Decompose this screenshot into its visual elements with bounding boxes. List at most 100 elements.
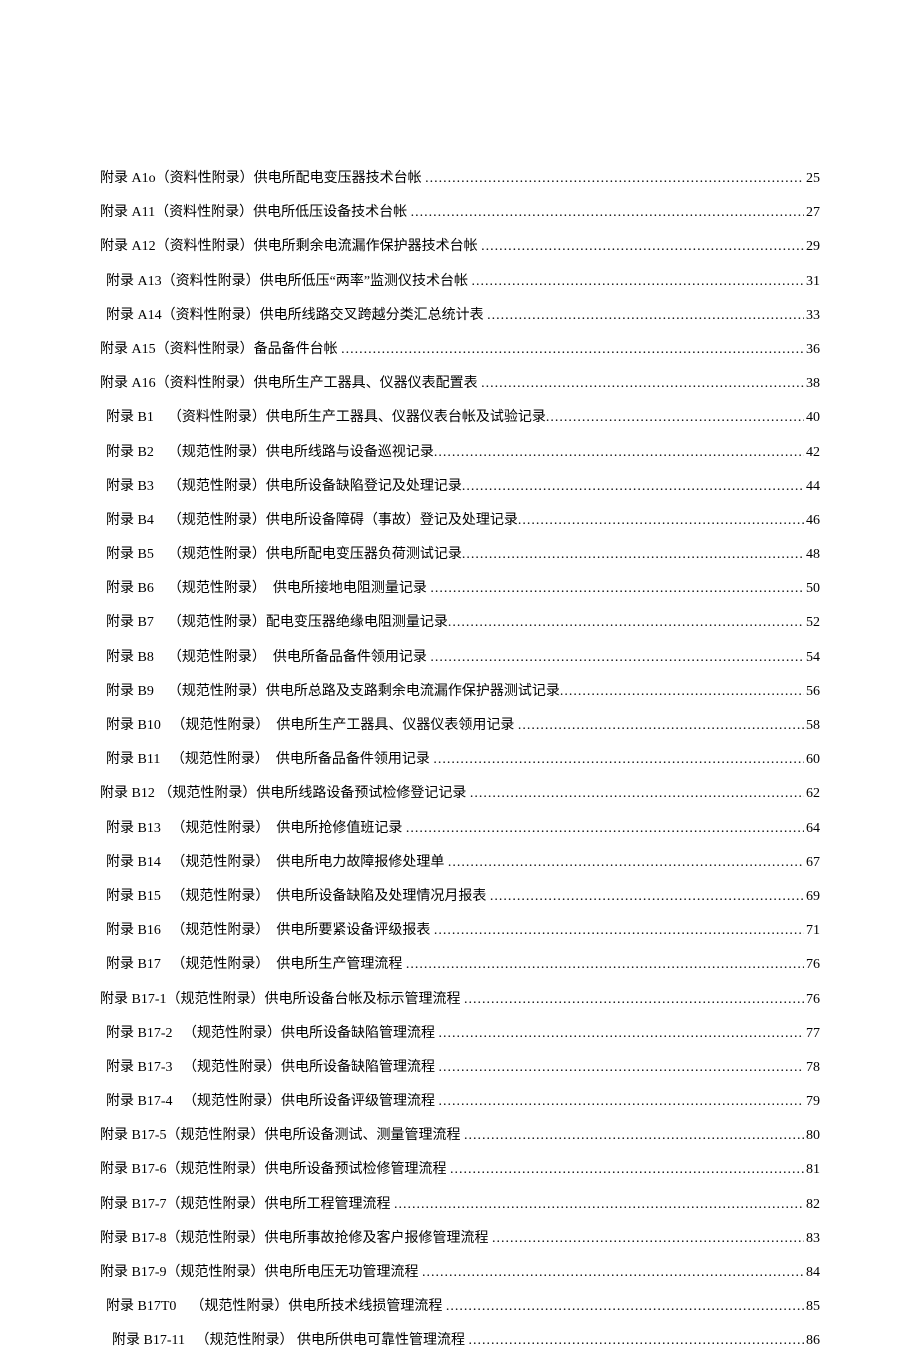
toc-leader-dots <box>492 1230 804 1248</box>
toc-entry-label: 附录 B17-2 （规范性附录）供电所设备缺陷管理流程 <box>106 1025 439 1043</box>
toc-leader-dots <box>481 375 804 393</box>
toc-entry-page: 36 <box>804 341 820 359</box>
toc-leader-dots <box>430 649 804 667</box>
toc-leader-dots <box>434 444 804 462</box>
toc-entry: 附录 B17-1（规范性附录）供电所设备台帐及标示管理流程 76 <box>100 991 820 1009</box>
toc-entry: 附录 B17-3 （规范性附录）供电所设备缺陷管理流程 78 <box>100 1059 820 1077</box>
toc-entry-label: 附录 B11 （规范性附录） 供电所备品备件领用记录 <box>106 751 433 769</box>
toc-entry-label: 附录 B12 （规范性附录）供电所线路设备预试检修登记记录 <box>100 785 470 803</box>
toc-entry-page: 29 <box>804 238 820 256</box>
toc-leader-dots <box>439 1093 805 1111</box>
toc-entry-label: 附录 B17-6（规范性附录）供电所设备预试检修管理流程 <box>100 1161 450 1179</box>
toc-leader-dots <box>518 512 804 530</box>
toc-leader-dots <box>406 956 804 974</box>
toc-entry-page: 60 <box>804 751 820 769</box>
toc-leader-dots <box>546 409 804 427</box>
toc-entry-label: 附录 B8 （规范性附录） 供电所备品备件领用记录 <box>106 649 430 667</box>
toc-leader-dots <box>462 546 804 564</box>
toc-leader-dots <box>450 1161 804 1179</box>
toc-entry: 附录 B12 （规范性附录）供电所线路设备预试检修登记记录 62 <box>100 785 820 803</box>
toc-leader-dots <box>462 478 804 496</box>
toc-entry-page: 86 <box>804 1332 820 1350</box>
toc-entry-label: 附录 B17-8（规范性附录）供电所事故抢修及客户报修管理流程 <box>100 1230 492 1248</box>
toc-entry-label: 附录 B3 （规范性附录）供电所设备缺陷登记及处理记录 <box>106 478 462 496</box>
toc-entry-label: 附录 B16 （规范性附录） 供电所要紧设备评级报表 <box>106 922 434 940</box>
toc-entry-label: 附录 B4 （规范性附录）供电所设备障碍（事故）登记及处理记录 <box>106 512 518 530</box>
toc-entry-page: 58 <box>804 717 820 735</box>
toc-entry-page: 67 <box>804 854 820 872</box>
toc-entry-page: 25 <box>804 170 820 188</box>
toc-entry-label: 附录 B7 （规范性附录）配电变压器绝缘电阻测量记录 <box>106 614 448 632</box>
toc-leader-dots <box>448 854 804 872</box>
toc-entry: 附录 B15 （规范性附录） 供电所设备缺陷及处理情况月报表 69 <box>100 888 820 906</box>
toc-entry-label: 附录 A12（资料性附录）供电所剩余电流漏作保护器技术台帐 <box>100 238 481 256</box>
toc-entry-page: 80 <box>804 1127 820 1145</box>
toc-leader-dots <box>518 717 804 735</box>
toc-leader-dots <box>490 888 804 906</box>
toc-entry-page: 50 <box>804 580 820 598</box>
toc-entry-label: 附录 B2 （规范性附录）供电所线路与设备巡视记录 <box>106 444 434 462</box>
toc-entry: 附录 A15（资料性附录）备品备件台帐 36 <box>100 341 820 359</box>
toc-entry-page: 48 <box>804 546 820 564</box>
toc-leader-dots <box>468 1332 804 1350</box>
toc-entry-label: 附录 A15（资料性附录）备品备件台帐 <box>100 341 341 359</box>
toc-leader-dots <box>433 751 804 769</box>
toc-entry: 附录 B11 （规范性附录） 供电所备品备件领用记录 60 <box>100 751 820 769</box>
toc-entry-page: 76 <box>804 991 820 1009</box>
toc-entry-label: 附录 B15 （规范性附录） 供电所设备缺陷及处理情况月报表 <box>106 888 490 906</box>
toc-entry-page: 38 <box>804 375 820 393</box>
toc-leader-dots <box>448 614 804 632</box>
toc-entry: 附录 B17 （规范性附录） 供电所生产管理流程 76 <box>100 956 820 974</box>
toc-entry-label: 附录 B9 （规范性附录）供电所总路及支路剩余电流漏作保护器测试记录 <box>106 683 560 701</box>
toc-entry: 附录 B4 （规范性附录）供电所设备障碍（事故）登记及处理记录 46 <box>100 512 820 530</box>
toc-entry-label: 附录 B14 （规范性附录） 供电所电力故障报修处理单 <box>106 854 448 872</box>
toc-entry: 附录 B3 （规范性附录）供电所设备缺陷登记及处理记录 44 <box>100 478 820 496</box>
toc-leader-dots <box>422 1264 804 1282</box>
toc-entry-label: 附录 B17-3 （规范性附录）供电所设备缺陷管理流程 <box>106 1059 439 1077</box>
toc-entry: 附录 B17-5（规范性附录）供电所设备测试、测量管理流程 80 <box>100 1127 820 1145</box>
toc-entry: 附录 B17-7（规范性附录）供电所工程管理流程 82 <box>100 1196 820 1214</box>
toc-leader-dots <box>394 1196 804 1214</box>
toc-entry-page: 31 <box>804 273 820 291</box>
toc-entry-page: 52 <box>804 614 820 632</box>
toc-entry: 附录 A13（资料性附录）供电所低压“两率”监测仪技术台帐 31 <box>100 273 820 291</box>
toc-entry-page: 69 <box>804 888 820 906</box>
toc-leader-dots <box>434 922 804 940</box>
toc-entry: 附录 A1o（资料性附录）供电所配电变压器技术台帐 25 <box>100 170 820 188</box>
toc-leader-dots <box>411 204 804 222</box>
toc-entry: 附录 B5 （规范性附录）供电所配电变压器负荷测试记录 48 <box>100 546 820 564</box>
toc-entry-label: 附录 A14（资料性附录）供电所线路交叉跨越分类汇总统计表 <box>106 307 487 325</box>
toc-entry-label: 附录 B17-5（规范性附录）供电所设备测试、测量管理流程 <box>100 1127 464 1145</box>
toc-entry-label: 附录 B17-4 （规范性附录）供电所设备评级管理流程 <box>106 1093 439 1111</box>
toc-entry: 附录 A14（资料性附录）供电所线路交叉跨越分类汇总统计表 33 <box>100 307 820 325</box>
toc-entry-label: 附录 A16（资料性附录）供电所生产工器具、仪器仪表配置表 <box>100 375 481 393</box>
toc-entry: 附录 B16 （规范性附录） 供电所要紧设备评级报表 71 <box>100 922 820 940</box>
toc-leader-dots <box>472 273 804 291</box>
toc-entry: 附录 B17-9（规范性附录）供电所电压无功管理流程 84 <box>100 1264 820 1282</box>
toc-entry: 附录 B14 （规范性附录） 供电所电力故障报修处理单 67 <box>100 854 820 872</box>
toc-entry: 附录 B13 （规范性附录） 供电所抢修值班记录 64 <box>100 820 820 838</box>
toc-entry-label: 附录 B17-1（规范性附录）供电所设备台帐及标示管理流程 <box>100 991 464 1009</box>
toc-entry-page: 46 <box>804 512 820 530</box>
toc-entry-page: 54 <box>804 649 820 667</box>
toc-entry-page: 64 <box>804 820 820 838</box>
toc-entry-page: 76 <box>804 956 820 974</box>
toc-entry-label: 附录 A11（资料性附录）供电所低压设备技术台帐 <box>100 204 411 222</box>
toc-entry: 附录 B17-4 （规范性附录）供电所设备评级管理流程 79 <box>100 1093 820 1111</box>
toc-leader-dots <box>470 785 804 803</box>
toc-entry-page: 56 <box>804 683 820 701</box>
toc-entry-label: 附录 B17-11 （规范性附录） 供电所供电可靠性管理流程 <box>112 1332 468 1350</box>
toc-entry: 附录 B17-6（规范性附录）供电所设备预试检修管理流程 81 <box>100 1161 820 1179</box>
toc-entry-page: 84 <box>804 1264 820 1282</box>
toc-entry-label: 附录 B13 （规范性附录） 供电所抢修值班记录 <box>106 820 406 838</box>
toc-leader-dots <box>425 170 804 188</box>
toc-entry-label: 附录 A13（资料性附录）供电所低压“两率”监测仪技术台帐 <box>106 273 472 291</box>
toc-entry: 附录 B17-8（规范性附录）供电所事故抢修及客户报修管理流程 83 <box>100 1230 820 1248</box>
toc-entry-page: 81 <box>804 1161 820 1179</box>
toc-leader-dots <box>439 1059 805 1077</box>
toc-entry-page: 79 <box>804 1093 820 1111</box>
toc-leader-dots <box>430 580 804 598</box>
toc-entry-label: 附录 B5 （规范性附录）供电所配电变压器负荷测试记录 <box>106 546 462 564</box>
toc-leader-dots <box>406 820 804 838</box>
toc-entry-label: 附录 B17 （规范性附录） 供电所生产管理流程 <box>106 956 406 974</box>
